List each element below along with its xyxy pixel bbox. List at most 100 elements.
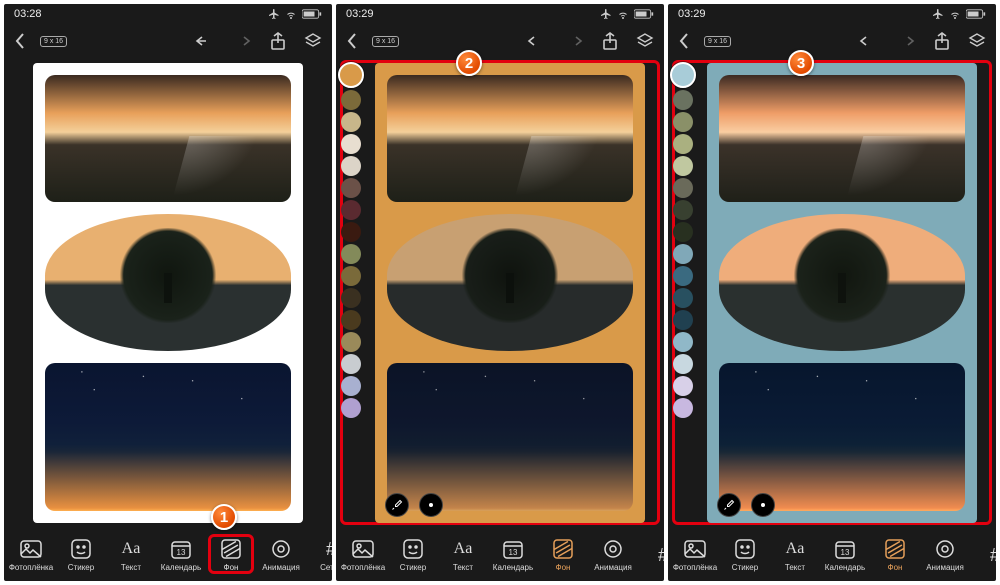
tab-photoroll[interactable]: Фотоплёнка — [338, 534, 388, 574]
tab-text[interactable]: Aa Текст — [106, 534, 156, 574]
canvas-area[interactable] — [668, 58, 996, 527]
back-icon[interactable] — [14, 32, 26, 50]
canvas-area[interactable] — [336, 58, 664, 527]
tab-calendar[interactable]: 13Календарь — [488, 534, 538, 574]
tab-text[interactable]: AaТекст — [438, 534, 488, 574]
step-badge-1: 1 — [211, 504, 237, 530]
aspect-ratio-button[interactable]: 9 x 16 — [372, 36, 399, 47]
photo-frame-2[interactable] — [45, 214, 291, 351]
photo-frame-2[interactable] — [719, 214, 965, 351]
color-swatch[interactable] — [673, 398, 693, 418]
color-swatch[interactable] — [341, 244, 361, 264]
tab-label: Календарь — [825, 563, 865, 572]
collage-canvas[interactable] — [33, 63, 303, 523]
color-swatch[interactable] — [673, 310, 693, 330]
color-swatch[interactable] — [673, 178, 693, 198]
tab-background[interactable]: Фон — [206, 534, 256, 574]
tab-label: Текст — [785, 563, 805, 572]
tab-animation[interactable]: Анимация — [920, 534, 970, 574]
tab-grid[interactable]: # — [638, 540, 664, 568]
tab-grid[interactable]: # Сетка — [306, 534, 332, 574]
color-swatch[interactable] — [341, 156, 361, 176]
color-swatch[interactable] — [341, 200, 361, 220]
color-swatch[interactable] — [673, 244, 693, 264]
tab-sticker[interactable]: Стикер — [56, 534, 106, 574]
tab-animation[interactable]: Анимация — [588, 534, 638, 574]
aspect-ratio-button[interactable]: 9 x 16 — [704, 36, 731, 47]
undo-icon[interactable] — [194, 34, 214, 48]
color-swatch[interactable] — [341, 266, 361, 286]
photo-frame-1[interactable] — [45, 75, 291, 203]
tab-photoroll[interactable]: Фотоплёнка — [6, 534, 56, 574]
back-icon[interactable] — [678, 32, 690, 50]
tab-calendar[interactable]: 13 Календарь — [156, 534, 206, 574]
eyedropper-button[interactable] — [717, 493, 741, 517]
color-swatch[interactable] — [673, 332, 693, 352]
layers-icon[interactable] — [636, 32, 654, 50]
wifi-icon — [284, 8, 298, 20]
undo-icon[interactable] — [526, 34, 546, 48]
share-icon[interactable] — [934, 32, 950, 50]
tab-grid[interactable]: # — [970, 540, 996, 568]
tab-label: Текст — [121, 563, 141, 572]
color-swatch[interactable] — [341, 332, 361, 352]
color-swatch[interactable] — [341, 178, 361, 198]
color-swatch[interactable] — [673, 90, 693, 110]
redo-icon[interactable] — [896, 34, 916, 48]
tab-calendar[interactable]: 13Календарь — [820, 534, 870, 574]
share-icon[interactable] — [602, 32, 618, 50]
canvas-area[interactable] — [4, 58, 332, 527]
photo-frame-3[interactable] — [387, 363, 633, 510]
color-swatch[interactable] — [673, 200, 693, 220]
background-icon — [218, 538, 244, 560]
color-swatch[interactable] — [341, 90, 361, 110]
dot-button[interactable] — [751, 493, 775, 517]
color-swatch[interactable] — [341, 398, 361, 418]
photo-frame-1[interactable] — [387, 75, 633, 203]
color-swatch[interactable] — [341, 222, 361, 242]
tab-background[interactable]: Фон — [538, 534, 588, 574]
share-icon[interactable] — [270, 32, 286, 50]
tab-label: Анимация — [926, 563, 964, 572]
collage-canvas[interactable] — [707, 63, 977, 523]
color-swatch[interactable] — [338, 62, 364, 88]
redo-icon[interactable] — [232, 34, 252, 48]
eyedropper-button[interactable] — [385, 493, 409, 517]
color-swatch[interactable] — [673, 112, 693, 132]
tab-sticker[interactable]: Стикер — [720, 534, 770, 574]
color-swatch[interactable] — [670, 62, 696, 88]
color-swatch[interactable] — [341, 112, 361, 132]
sticker-icon — [732, 538, 758, 560]
color-swatch[interactable] — [673, 134, 693, 154]
aspect-ratio-button[interactable]: 9 x 16 — [40, 36, 67, 47]
color-swatch[interactable] — [673, 156, 693, 176]
layers-icon[interactable] — [968, 32, 986, 50]
undo-icon[interactable] — [858, 34, 878, 48]
dot-button[interactable] — [419, 493, 443, 517]
color-swatch[interactable] — [673, 354, 693, 374]
color-swatch[interactable] — [341, 310, 361, 330]
color-swatch[interactable] — [673, 266, 693, 286]
wifi-icon — [948, 8, 962, 20]
photo-frame-1[interactable] — [719, 75, 965, 203]
layers-icon[interactable] — [304, 32, 322, 50]
color-swatch[interactable] — [341, 376, 361, 396]
tab-label: Фотоплёнка — [9, 563, 53, 572]
tab-background[interactable]: Фон — [870, 534, 920, 574]
color-swatch[interactable] — [341, 354, 361, 374]
tab-photoroll[interactable]: Фотоплёнка — [670, 534, 720, 574]
redo-icon[interactable] — [564, 34, 584, 48]
tab-animation[interactable]: Анимация — [256, 534, 306, 574]
color-swatch[interactable] — [341, 288, 361, 308]
collage-canvas[interactable] — [375, 63, 645, 523]
photo-frame-3[interactable] — [719, 363, 965, 510]
color-swatch[interactable] — [341, 134, 361, 154]
photo-frame-3[interactable] — [45, 363, 291, 510]
photo-frame-2[interactable] — [387, 214, 633, 351]
tab-sticker[interactable]: Стикер — [388, 534, 438, 574]
back-icon[interactable] — [346, 32, 358, 50]
color-swatch[interactable] — [673, 222, 693, 242]
tab-text[interactable]: AaТекст — [770, 534, 820, 574]
color-swatch[interactable] — [673, 376, 693, 396]
color-swatch[interactable] — [673, 288, 693, 308]
